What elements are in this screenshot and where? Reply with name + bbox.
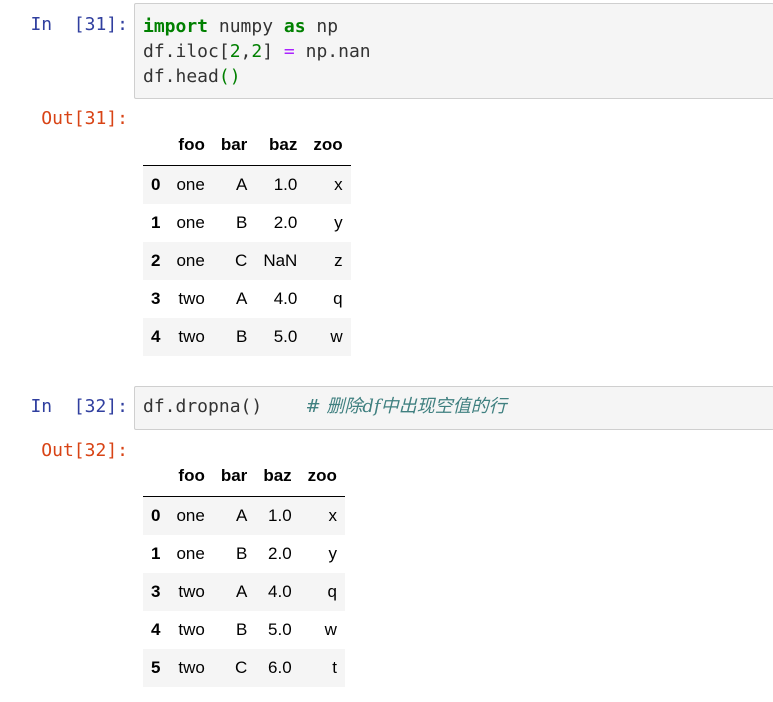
table-cell: 4.0 <box>268 582 292 601</box>
column-header: baz <box>255 125 306 166</box>
table-cell: x <box>328 506 337 525</box>
input-prompt: In [31]: <box>30 14 128 35</box>
keyword: as <box>283 16 306 37</box>
index-header <box>143 456 169 497</box>
code-text: numpy <box>208 16 284 37</box>
table-row: 1 one B 2.0 y <box>143 535 345 573</box>
row-index: 3 <box>151 582 161 601</box>
code-line: df.head() <box>143 64 773 89</box>
table-cell: B <box>235 327 248 346</box>
table-row: 5 two C 6.0 t <box>143 649 345 687</box>
table-cell: A <box>235 289 248 308</box>
code-line: import numpy as np <box>143 14 773 39</box>
table-cell: two <box>178 620 205 639</box>
table-row: 3 two A 4.0 q <box>143 573 345 611</box>
table-cell: z <box>334 251 343 270</box>
table-cell: two <box>178 658 205 677</box>
table-cell: 6.0 <box>268 658 292 677</box>
code-text: ] <box>262 41 284 62</box>
table-cell: one <box>176 506 205 525</box>
table-cell: one <box>176 175 205 194</box>
table-row: 1 one B 2.0 y <box>143 204 351 242</box>
column-header: bar <box>212 456 256 497</box>
column-header: zoo <box>305 125 351 166</box>
row-index: 0 <box>151 175 161 194</box>
table-cell: B <box>235 544 248 563</box>
table-cell: one <box>176 251 205 270</box>
table-cell: 5.0 <box>268 620 292 639</box>
table-cell: one <box>176 213 205 232</box>
table-row: 0 one A 1.0 x <box>143 165 351 204</box>
table-header-row: foo bar baz zoo <box>143 456 345 497</box>
code-line: df.iloc[2,2] = np.nan <box>143 39 773 64</box>
row-index: 1 <box>151 213 161 232</box>
code-comment: # 删除df中出现空值的行 <box>305 396 507 417</box>
table-row: 0 one A 1.0 x <box>143 496 345 535</box>
code-text: np <box>305 16 339 37</box>
column-header: foo <box>168 456 213 497</box>
code-text: df.iloc[ <box>143 41 230 62</box>
operator: = <box>283 41 295 62</box>
table-cell: B <box>235 620 248 639</box>
column-header: baz <box>255 456 300 497</box>
column-header: bar <box>212 125 256 166</box>
code-line: df.dropna() # 删除df中出现空值的行 <box>143 394 773 419</box>
table-cell: NaN <box>263 251 298 270</box>
table-cell: C <box>235 658 248 677</box>
table-cell: C <box>235 251 248 270</box>
row-index: 3 <box>151 289 161 308</box>
table-cell: x <box>334 175 343 194</box>
table-row: 4 two B 5.0 w <box>143 318 351 356</box>
table-cell: A <box>235 506 248 525</box>
table-cell: two <box>178 327 205 346</box>
code-text: df.dropna() <box>143 396 263 417</box>
column-header: foo <box>168 125 213 166</box>
row-index: 5 <box>151 658 161 677</box>
output-prompt: Out[31]: <box>41 108 128 129</box>
table-cell: 5.0 <box>273 327 298 346</box>
code-editor[interactable]: import numpy as np df.iloc[2,2] = np.nan… <box>134 3 773 99</box>
row-index: 4 <box>151 620 161 639</box>
input-prompt: In [32]: <box>30 396 128 417</box>
table-header-row: foo bar baz zoo <box>143 125 351 166</box>
table-cell: y <box>328 544 337 563</box>
index-header <box>143 125 169 166</box>
table-cell: w <box>330 327 343 346</box>
row-index: 4 <box>151 327 161 346</box>
dataframe-output: foo bar baz zoo 0 one A 1.0 x 1 one B 2.… <box>143 125 351 356</box>
table-cell: B <box>235 213 248 232</box>
code-editor[interactable]: df.dropna() # 删除df中出现空值的行 <box>134 386 773 430</box>
code-text: np.nan <box>294 41 371 62</box>
table-cell: 4.0 <box>273 289 298 308</box>
table-row: 3 two A 4.0 q <box>143 280 351 318</box>
table-cell: A <box>235 175 248 194</box>
table-cell: two <box>178 582 205 601</box>
code-text: df.head <box>143 66 219 87</box>
table-cell: 2.0 <box>268 544 292 563</box>
table-row: 2 one C NaN z <box>143 242 351 280</box>
number-literal: 2 <box>229 41 241 62</box>
row-index: 1 <box>151 544 161 563</box>
number-literal: 2 <box>251 41 263 62</box>
table-cell: w <box>324 620 337 639</box>
table-cell: 1.0 <box>268 506 292 525</box>
table-cell: 1.0 <box>273 175 298 194</box>
parentheses: () <box>218 66 241 87</box>
table-cell: A <box>235 582 248 601</box>
row-index: 0 <box>151 506 161 525</box>
table-cell: t <box>332 658 337 677</box>
column-header: zoo <box>299 456 345 497</box>
table-cell: two <box>178 289 205 308</box>
table-row: 4 two B 5.0 w <box>143 611 345 649</box>
table-cell: one <box>176 544 205 563</box>
dataframe-output: foo bar baz zoo 0 one A 1.0 x 1 one B 2.… <box>143 456 345 687</box>
keyword: import <box>143 16 209 37</box>
output-prompt: Out[32]: <box>41 440 128 461</box>
row-index: 2 <box>151 251 161 270</box>
table-cell: y <box>334 213 343 232</box>
code-text: , <box>240 41 252 62</box>
table-cell: 2.0 <box>273 213 298 232</box>
table-cell: q <box>333 289 343 308</box>
table-cell: q <box>327 582 337 601</box>
